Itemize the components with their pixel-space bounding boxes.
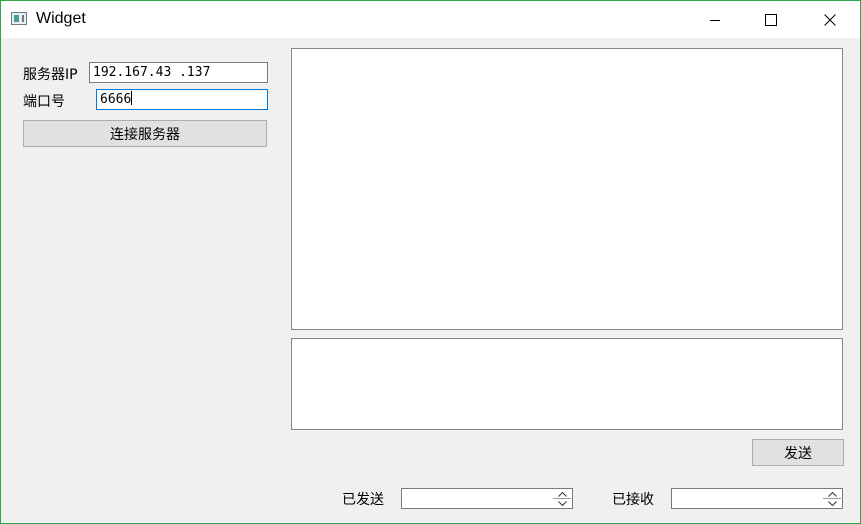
port-input[interactable]: 6666 <box>96 89 268 110</box>
port-input-value: 6666 <box>100 92 132 107</box>
received-count-down-button[interactable] <box>823 499 841 507</box>
close-button[interactable] <box>807 1 853 38</box>
sent-count-spinbox[interactable] <box>401 488 573 509</box>
chevron-down-icon <box>827 500 837 506</box>
sent-count-down-button[interactable] <box>553 499 571 507</box>
window-title: Widget <box>36 10 86 27</box>
server-ip-input[interactable]: 192.167.43 .137 <box>89 62 268 83</box>
received-count-arrows[interactable] <box>823 490 841 507</box>
app-icon <box>11 12 27 25</box>
sent-count-label: 已发送 <box>342 492 384 508</box>
minimize-button[interactable] <box>692 1 738 38</box>
message-history-area[interactable] <box>291 48 843 330</box>
chevron-down-icon <box>557 500 567 506</box>
maximize-button[interactable] <box>748 1 794 38</box>
message-input-area[interactable] <box>291 338 843 430</box>
chevron-up-icon <box>827 491 837 497</box>
close-icon <box>824 13 836 26</box>
connect-server-button[interactable]: 连接服务器 <box>23 120 267 147</box>
sent-count-arrows[interactable] <box>553 490 571 507</box>
received-count-spinbox[interactable] <box>671 488 843 509</box>
send-button[interactable]: 发送 <box>752 439 844 466</box>
maximize-icon <box>765 13 777 26</box>
received-count-label: 已接收 <box>612 492 654 508</box>
received-count-up-button[interactable] <box>823 490 841 498</box>
chevron-up-icon <box>557 491 567 497</box>
port-label: 端口号 <box>23 94 65 110</box>
text-caret <box>131 91 133 105</box>
minimize-icon <box>710 19 720 21</box>
sent-count-up-button[interactable] <box>553 490 571 498</box>
title-bar[interactable]: Widget <box>1 1 860 38</box>
app-window: Widget 服务器IP 192.167.43 .137 端口号 6666 连接… <box>0 0 861 524</box>
server-ip-label: 服务器IP <box>23 67 78 83</box>
